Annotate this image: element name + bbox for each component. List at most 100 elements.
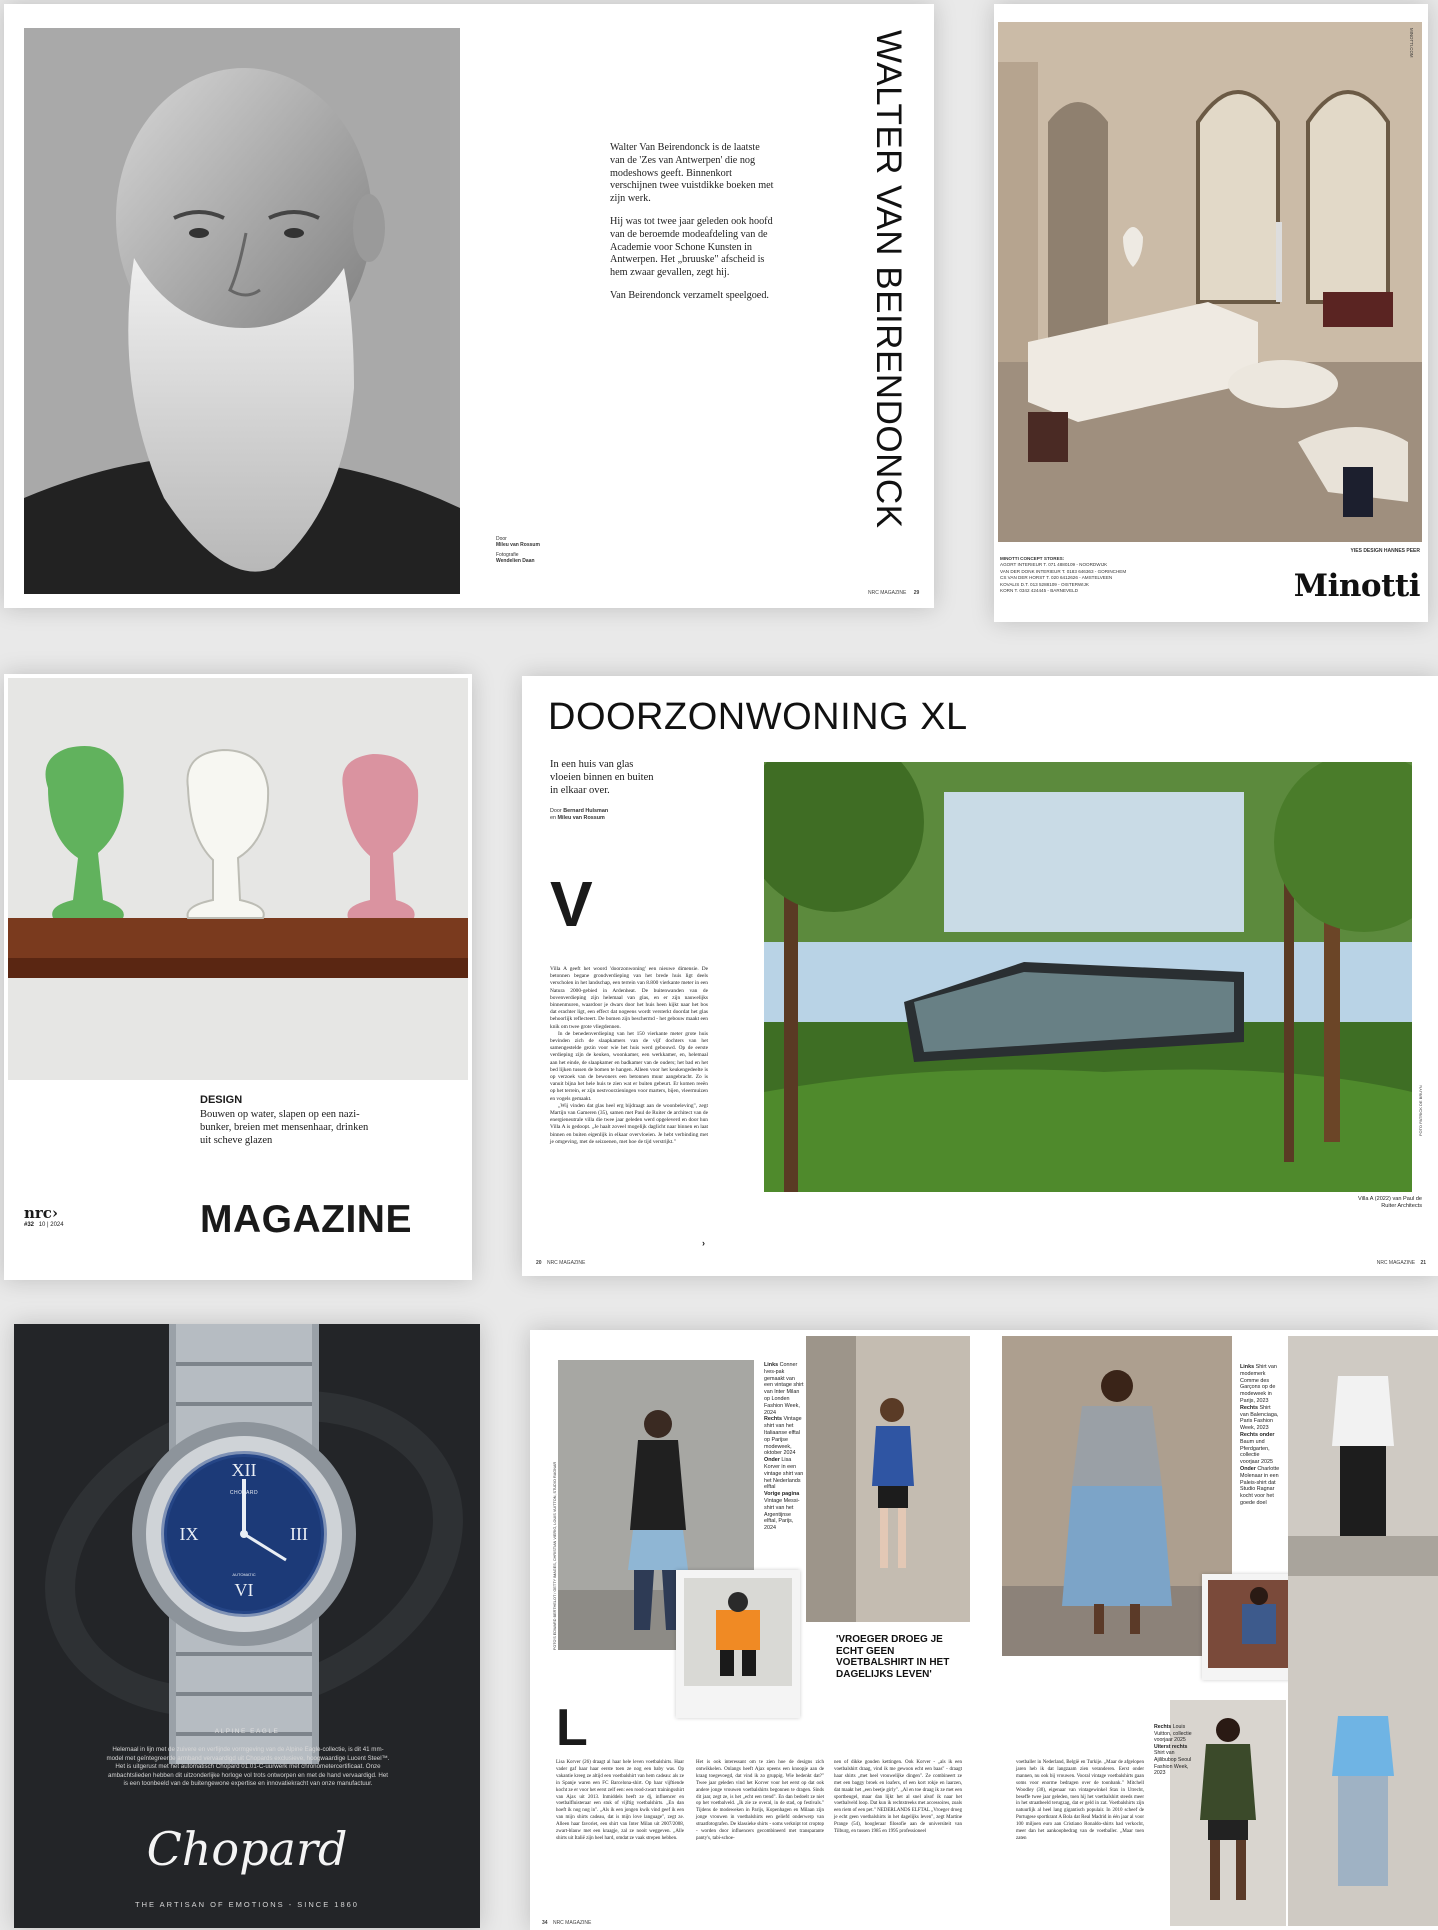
- photo-credit: FOTO PATRICK DE BRUYN: [1418, 1085, 1423, 1136]
- byline-author-1: Bernard Hulsman: [563, 808, 609, 814]
- folio-text: NRC MAGAZINE: [546, 1260, 586, 1266]
- spread-doorzonwoning: DOORZONWONING XL In een huis van glas vl…: [522, 676, 1438, 1276]
- page-number: 29: [913, 590, 920, 596]
- caption-label: Uiterst rechts: [1154, 1743, 1188, 1750]
- caption-label: Links: [1240, 1364, 1255, 1370]
- polaroid-illustration: [684, 1578, 792, 1686]
- caption-label: Vorige pagina: [764, 1491, 800, 1498]
- cover-photo: [8, 678, 468, 1080]
- collection-name: ALPINE EAGLE: [214, 1728, 280, 1735]
- page-number: 21: [1420, 1260, 1426, 1266]
- article-column: Lisa Korver (26) draagt al haar hele lev…: [556, 1760, 684, 1841]
- pull-quote: 'VROEGER DROEG JE ECHT GEEN VOETBALSHIRT…: [836, 1634, 950, 1680]
- caption: Onder Charlotte Molenaar in een Paleis-s…: [1240, 1466, 1280, 1507]
- folio-right: NRC MAGAZINE 21: [1377, 1260, 1426, 1266]
- photo-street-4: [1288, 1336, 1438, 1926]
- minotti-top-mark: MINOTTI.COM: [1409, 28, 1414, 58]
- portrait-photo: [24, 28, 460, 594]
- page-number: 20: [536, 1260, 542, 1266]
- drop-cap: V: [550, 868, 593, 940]
- photo-caption: Villa A (2022) van Paul de Ruiter Archit…: [1358, 1196, 1422, 1210]
- street-illustration: [1002, 1336, 1232, 1656]
- body-paragraph: In de benedenverdieping van het 150 vier…: [550, 1030, 708, 1102]
- dial-sub: AUTOMATIC: [232, 1572, 256, 1577]
- caption-label: Onder: [764, 1457, 780, 1464]
- design-credit: YIES DESIGN HANNES PEER: [1350, 548, 1420, 554]
- article-title: DOORZONWONING XL: [548, 696, 968, 738]
- chopard-logo: Chopard: [146, 1822, 348, 1876]
- article-body: Villa A geeft het woord 'doorzonwoning' …: [550, 966, 708, 1146]
- caption: Onder Lisa Korver in een vintage shirt v…: [764, 1457, 804, 1491]
- intro-paragraph: Van Beirendonck verzamelt speelgoed.: [610, 289, 769, 301]
- caption-label: Onder: [1240, 1465, 1256, 1472]
- folio-left: 34 NRC MAGAZINE: [542, 1920, 591, 1926]
- caption-text: Vintage Messi-shirt van het Argentijnse …: [764, 1497, 800, 1532]
- caption: Vorige pagina Vintage Messi-shirt van he…: [764, 1491, 804, 1532]
- captions-left: Links Conner Ives-pak gemaakt van een vi…: [764, 1362, 804, 1532]
- caption: Links Conner Ives-pak gemaakt van een vi…: [764, 1362, 804, 1416]
- caption: Rechts onder Baum und Pferdgarten, colle…: [1240, 1432, 1280, 1466]
- caption-text: Shirt van modemerk Comme des Garçons op …: [1240, 1364, 1277, 1404]
- magazine-title: MAGAZINE: [200, 1198, 412, 1241]
- photo-polaroid-1: [676, 1570, 800, 1718]
- cover-teaser: Bouwen op water, slapen op een nazi-bunk…: [200, 1109, 369, 1146]
- vertical-title-text: WALTER VAN BEIRENDONCK: [869, 30, 908, 529]
- body-paragraph: Villa A geeft het woord 'doorzonwoning' …: [550, 966, 708, 1030]
- minotti-logo: Minotti: [1293, 568, 1421, 604]
- villa-photo: [764, 762, 1412, 1192]
- captions-right: Links Shirt van modemerk Comme des Garço…: [1240, 1364, 1280, 1507]
- article-column: voetballer in Nederland, België en Turki…: [1016, 1760, 1144, 1841]
- villa-illustration: [764, 762, 1412, 1192]
- caption-label: Links: [764, 1362, 779, 1368]
- photo-street-3: [1002, 1336, 1232, 1656]
- byline-author-2: Mileu van Rossum: [557, 815, 605, 821]
- interior-photo: [998, 22, 1422, 542]
- caption-text: Charlotte Molenaar in een Paleis-shirt d…: [1240, 1465, 1280, 1506]
- spread-walter-van-beirendonck: Walter Van Beirendonck is de laatste van…: [4, 4, 934, 608]
- minotti-ad: MINOTTI.COM YIES DESIGN HANNES PEER MINO…: [994, 4, 1428, 622]
- caption-label: Rechts: [764, 1416, 782, 1423]
- portrait-illustration: [24, 28, 460, 594]
- caption-text: Vintage shirt van het Italiaanse elftal …: [764, 1416, 802, 1457]
- cover-section: DESIGN: [200, 1094, 243, 1106]
- credits: Door Mileu van Rossum Fotografie Wendeli…: [496, 536, 540, 564]
- folio-text: NRC MAGAZINE: [552, 1920, 592, 1926]
- nrc-brand: nrc›: [24, 1204, 58, 1222]
- chopard-tagline: THE ARTISAN OF EMOTIONS - SINCE 1860: [135, 1900, 359, 1909]
- svg-text:VI: VI: [235, 1580, 254, 1600]
- caption-label: Rechts: [1154, 1724, 1172, 1730]
- issue-info: #32 10 | 2024: [24, 1222, 64, 1228]
- street-illustration: [1288, 1336, 1438, 1926]
- folio-text: NRC MAGAZINE: [868, 590, 907, 596]
- caption-label: Rechts onder: [1240, 1431, 1275, 1438]
- body-paragraph: „Wij vinden dat glas heel erg bijdraagt …: [550, 1102, 708, 1145]
- issue-number: #32: [24, 1222, 35, 1228]
- caption: Links Shirt van modemerk Comme des Garço…: [1240, 1364, 1280, 1405]
- svg-text:IX: IX: [180, 1524, 199, 1544]
- interior-illustration: [998, 22, 1422, 542]
- article-column: nen of dikke gouden kettingen. Ook Korve…: [834, 1760, 962, 1835]
- caption: Rechts Shirt van Balenciaga, Paris Fashi…: [1240, 1405, 1280, 1432]
- caption-label: Rechts: [1240, 1404, 1258, 1411]
- folio-text: NRC MAGAZINE: [1376, 1260, 1416, 1266]
- photo-credit: FOTO'S EDWARD BERTHELOT / GETTY IMAGES, …: [553, 1461, 557, 1650]
- drop-cap: L: [556, 1699, 588, 1757]
- folio: NRC MAGAZINE 29: [868, 590, 919, 596]
- svg-text:III: III: [290, 1524, 308, 1544]
- photo-street-2: [806, 1336, 970, 1622]
- issue-date: 10 | 2024: [38, 1222, 64, 1228]
- continue-arrow: ›: [702, 1238, 705, 1248]
- standfirst: In een huis van glas vloeien binnen en b…: [550, 759, 654, 796]
- store-line: KORN T. 0342 424445 - BARNEVELD: [1000, 588, 1079, 594]
- intro-text: Walter Van Beirendonck is de laatste van…: [610, 142, 774, 303]
- spread-voetbalshirts: FOTO'S EDWARD BERTHELOT / GETTY IMAGES, …: [530, 1330, 1438, 1930]
- caption: Rechts Vintage shirt van het Italiaanse …: [764, 1416, 804, 1457]
- caption-text: Shirt van Ajilibubop Seoul Fashion Week,…: [1154, 1750, 1192, 1777]
- vertical-title: WALTER VAN BEIRENDONCK: [868, 30, 908, 576]
- byline-door: Door: [550, 808, 562, 814]
- folio-left: 20 NRC MAGAZINE: [536, 1260, 585, 1266]
- caption-text: Conner Ives-pak gemaakt van een vintage …: [764, 1362, 804, 1416]
- byline: Door Bernard Hulsman en Mileu van Rossum: [550, 808, 660, 822]
- page-number: 34: [542, 1920, 548, 1926]
- glasses-illustration: [8, 678, 468, 1080]
